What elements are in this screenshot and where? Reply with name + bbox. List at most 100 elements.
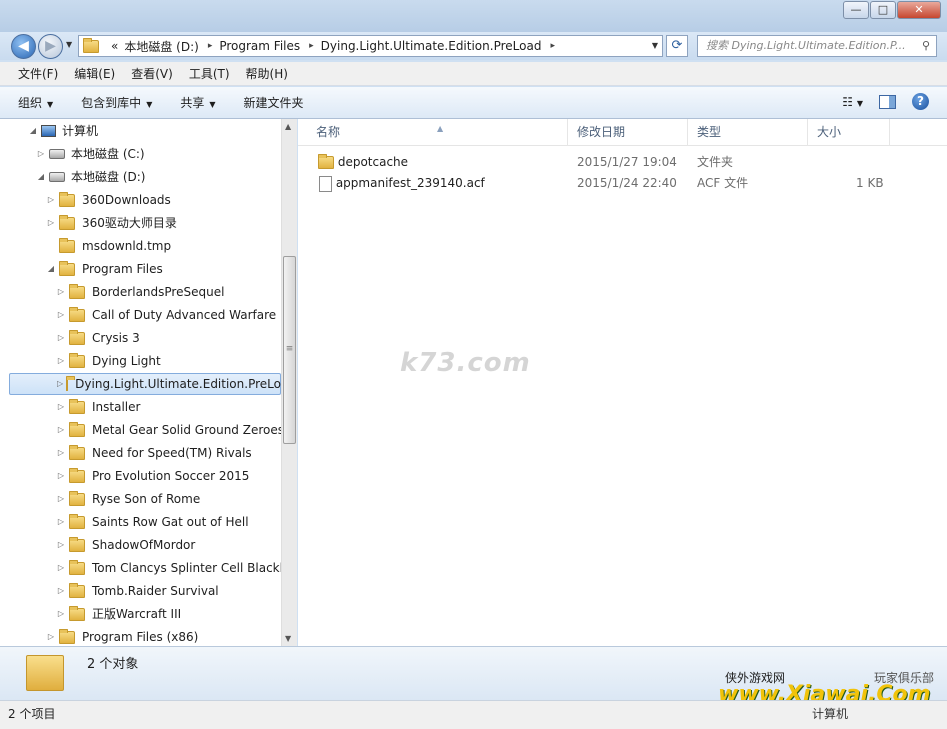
folder-icon	[83, 37, 99, 53]
folder-icon	[69, 444, 85, 460]
collapsed-icon[interactable]: ▷	[56, 442, 66, 464]
collapsed-icon[interactable]: ▷	[56, 419, 66, 441]
column-type[interactable]: 类型	[688, 119, 808, 146]
expanded-icon[interactable]: ◢	[28, 120, 38, 142]
folder-icon	[69, 467, 85, 483]
collapsed-icon[interactable]: ▷	[46, 212, 56, 234]
collapsed-icon[interactable]: ▷	[56, 488, 66, 510]
tree-item[interactable]: ▷ ShadowOfMordor	[56, 534, 195, 556]
collapsed-icon[interactable]: ▷	[56, 465, 66, 487]
tree-item[interactable]: ▷ BorderlandsPreSequel	[56, 281, 224, 303]
close-button[interactable]: ✕	[897, 1, 941, 19]
breadcrumb-current[interactable]: Dying.Light.Ultimate.Edition.PreLoad	[321, 39, 542, 53]
maximize-button[interactable]: □	[870, 1, 896, 19]
tree-item[interactable]: ▷ Metal Gear Solid Ground Zeroes	[56, 419, 284, 441]
drive-icon	[49, 172, 65, 182]
tree-item[interactable]: ▷ Tomb.Raider Survival	[56, 580, 219, 602]
file-row[interactable]: depotcache 2015/1/27 19:04 文件夹	[316, 152, 916, 173]
chevron-right-icon[interactable]: ▸	[309, 41, 314, 51]
share-button[interactable]: 共享 ▼	[180, 94, 215, 111]
views-button[interactable]: ☷ ▼	[842, 95, 863, 109]
menu-file[interactable]: 文件(F)	[10, 65, 66, 82]
tree-drive-d[interactable]: ◢ 本地磁盘 (D:)	[36, 166, 146, 188]
folder-icon	[69, 490, 85, 506]
collapsed-icon[interactable]: ▷	[56, 557, 66, 579]
menu-edit[interactable]: 编辑(E)	[66, 65, 123, 82]
organize-button[interactable]: 组织 ▼	[18, 94, 53, 111]
tree-item[interactable]: ▷ Saints Row Gat out of Hell	[56, 511, 249, 533]
include-label: 包含到库中	[81, 96, 142, 110]
tree-program-files[interactable]: ◢ Program Files	[46, 258, 163, 280]
collapsed-icon[interactable]: ▷	[56, 603, 66, 625]
tree-label: Need for Speed(TM) Rivals	[92, 446, 252, 460]
menu-view[interactable]: 查看(V)	[123, 65, 181, 82]
expanded-icon[interactable]: ◢	[36, 166, 46, 188]
folder-icon	[69, 536, 85, 552]
tree-item[interactable]: ▷ Crysis 3	[56, 327, 140, 349]
column-name[interactable]: 名称 ▲	[298, 119, 568, 146]
preview-pane-icon[interactable]	[879, 94, 896, 109]
minimize-button[interactable]: —	[843, 1, 869, 19]
collapsed-icon[interactable]: ▷	[56, 580, 66, 602]
include-in-library-button[interactable]: 包含到库中 ▼	[81, 94, 152, 111]
collapsed-icon[interactable]: ▷	[56, 327, 66, 349]
tree-item[interactable]: ▷ 360驱动大师目录	[46, 212, 177, 234]
recent-pages-dropdown[interactable]: ▼	[66, 40, 72, 49]
tree-item[interactable]: ▷ 正版Warcraft III	[56, 603, 181, 625]
expanded-icon[interactable]: ◢	[46, 258, 56, 280]
menu-tools[interactable]: 工具(T)	[181, 65, 238, 82]
collapsed-icon[interactable]: ▷	[56, 511, 66, 533]
tree-item[interactable]: ▷ Need for Speed(TM) Rivals	[56, 442, 252, 464]
collapsed-icon[interactable]: ▷	[56, 396, 66, 418]
tree-item[interactable]: ▷ Installer	[56, 396, 140, 418]
breadcrumb-program-files[interactable]: Program Files	[219, 39, 300, 53]
back-button[interactable]: ◀	[11, 34, 36, 59]
collapsed-icon[interactable]: ▷	[56, 534, 66, 556]
tree-item[interactable]: ▷ Ryse Son of Rome	[56, 488, 200, 510]
tree-item[interactable]: ▷ Dying Light	[56, 350, 161, 372]
collapsed-icon[interactable]: ▷	[56, 350, 66, 372]
refresh-button[interactable]: ⟳	[666, 35, 688, 57]
breadcrumb-overflow[interactable]: «	[111, 39, 118, 53]
tree-item[interactable]: ▷ Tom Clancys Splinter Cell Blacklist	[56, 557, 296, 579]
search-input[interactable]: 搜索 Dying.Light.Ultimate.Edition.P... ⚲	[697, 35, 937, 57]
address-dropdown-icon[interactable]: ▼	[652, 41, 658, 50]
tree-computer[interactable]: ◢ 计算机	[28, 120, 98, 142]
collapsed-icon[interactable]: ▷	[56, 281, 66, 303]
file-size: 1 KB	[856, 176, 884, 190]
scroll-up-icon[interactable]: ▲	[285, 122, 291, 131]
scroll-down-icon[interactable]: ▼	[285, 634, 291, 643]
chevron-right-icon[interactable]: ▸	[550, 41, 555, 51]
address-bar[interactable]: « 本地磁盘 (D:) ▸ Program Files ▸ Dying.Light.…	[78, 35, 663, 57]
tree-item-selected[interactable]: ▷ Dying.Light.Ultimate.Edition.PreLoad	[9, 373, 296, 395]
breadcrumb-drive-d[interactable]: 本地磁盘 (D:)	[124, 38, 198, 55]
menu-help[interactable]: 帮助(H)	[238, 65, 296, 82]
collapsed-icon[interactable]: ▷	[56, 304, 66, 326]
tree-drive-c[interactable]: ▷ 本地磁盘 (C:)	[36, 143, 145, 165]
tree-item[interactable]: ▷ Program Files (x86)	[46, 626, 198, 646]
folder-icon	[59, 260, 75, 276]
tree-item[interactable]: ▷ Call of Duty Advanced Warfare	[56, 304, 276, 326]
scroll-thumb[interactable]: ≡	[283, 256, 296, 444]
tree-label: Tomb.Raider Survival	[92, 584, 219, 598]
collapsed-icon[interactable]: ▷	[57, 373, 63, 395]
file-row[interactable]: appmanifest_239140.acf 2015/1/24 22:40 A…	[316, 173, 916, 194]
chevron-right-icon[interactable]: ▸	[208, 41, 213, 51]
computer-icon	[41, 125, 56, 137]
column-size[interactable]: 大小	[808, 119, 890, 146]
new-folder-button[interactable]: 新建文件夹	[244, 94, 304, 111]
tree-item[interactable]: ▷ Pro Evolution Soccer 2015	[56, 465, 249, 487]
tree-label: Saints Row Gat out of Hell	[92, 515, 249, 529]
tree-item[interactable]: msdownld.tmp	[46, 235, 171, 257]
tree-item[interactable]: ▷ 360Downloads	[46, 189, 171, 211]
collapsed-icon[interactable]: ▷	[36, 143, 46, 165]
tree-label: Pro Evolution Soccer 2015	[92, 469, 250, 483]
column-modified[interactable]: 修改日期	[568, 119, 688, 146]
search-icon[interactable]: ⚲	[922, 36, 930, 56]
help-icon[interactable]: ?	[912, 93, 929, 110]
nav-scrollbar[interactable]: ▲ ≡ ▼	[281, 119, 297, 646]
collapsed-icon[interactable]: ▷	[46, 189, 56, 211]
collapsed-icon[interactable]: ▷	[46, 626, 56, 646]
tree-label: Crysis 3	[92, 331, 140, 345]
forward-button[interactable]: ▶	[38, 34, 63, 59]
